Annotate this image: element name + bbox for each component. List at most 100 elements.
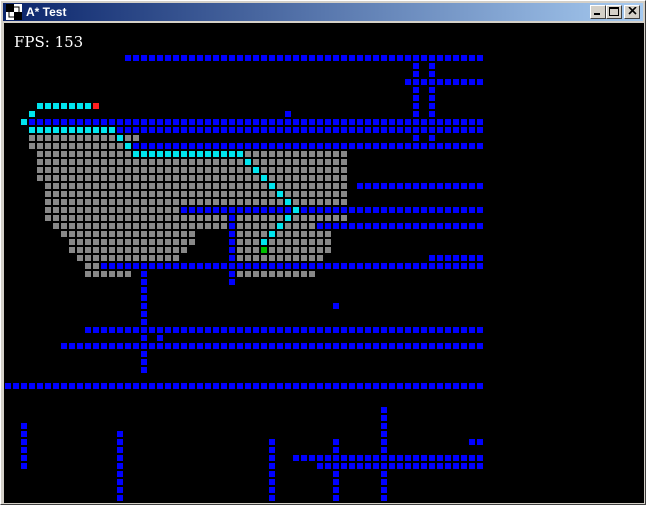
wall-cell <box>229 119 235 125</box>
wall-cell <box>253 55 259 61</box>
wall-cell <box>469 207 475 213</box>
closed-cell <box>85 255 91 261</box>
maximize-button[interactable] <box>606 5 622 19</box>
wall-cell <box>197 127 203 133</box>
closed-cell <box>341 151 347 157</box>
path-cell <box>245 159 251 165</box>
closed-cell <box>37 143 43 149</box>
wall-cell <box>477 463 483 469</box>
wall-cell <box>453 327 459 333</box>
closed-cell <box>253 215 259 221</box>
closed-cell <box>93 191 99 197</box>
wall-cell <box>373 455 379 461</box>
closed-cell <box>269 159 275 165</box>
closed-cell <box>93 215 99 221</box>
closed-cell <box>93 231 99 237</box>
wall-cell <box>245 327 251 333</box>
path-cell <box>141 151 147 157</box>
wall-cell <box>469 255 475 261</box>
wall-cell <box>405 55 411 61</box>
closed-cell <box>205 223 211 229</box>
wall-cell <box>261 119 267 125</box>
closed-cell <box>277 199 283 205</box>
path-cell <box>69 103 75 109</box>
wall-cell <box>117 463 123 469</box>
wall-cell <box>413 135 419 141</box>
wall-cell <box>445 183 451 189</box>
closed-cell <box>125 215 131 221</box>
wall-cell <box>269 463 275 469</box>
closed-cell <box>109 143 115 149</box>
closed-cell <box>341 175 347 181</box>
wall-cell <box>405 207 411 213</box>
wall-cell <box>285 327 291 333</box>
closed-cell <box>237 199 243 205</box>
wall-cell <box>293 55 299 61</box>
closed-cell <box>245 231 251 237</box>
wall-cell <box>213 343 219 349</box>
closed-cell <box>205 167 211 173</box>
wall-cell <box>309 455 315 461</box>
wall-cell <box>333 471 339 477</box>
minimize-button[interactable] <box>590 5 606 19</box>
wall-cell <box>453 127 459 133</box>
closed-cell <box>117 167 123 173</box>
wall-cell <box>349 463 355 469</box>
closed-cell <box>109 247 115 253</box>
wall-cell <box>333 303 339 309</box>
wall-cell <box>341 223 347 229</box>
wall-cell <box>349 263 355 269</box>
wall-cell <box>445 79 451 85</box>
wall-cell <box>253 343 259 349</box>
wall-cell <box>333 127 339 133</box>
wall-cell <box>189 263 195 269</box>
wall-cell <box>229 343 235 349</box>
closed-cell <box>165 231 171 237</box>
wall-cell <box>445 383 451 389</box>
render-canvas[interactable]: FPS: 153 <box>4 23 644 503</box>
wall-cell <box>261 207 267 213</box>
wall-cell <box>181 383 187 389</box>
closed-cell <box>93 255 99 261</box>
closed-cell <box>61 135 67 141</box>
wall-cell <box>237 207 243 213</box>
closed-cell <box>341 159 347 165</box>
closed-cell <box>237 247 243 253</box>
closed-cell <box>45 167 51 173</box>
wall-cell <box>333 207 339 213</box>
closed-cell <box>101 231 107 237</box>
closed-cell <box>245 255 251 261</box>
wall-cell <box>277 119 283 125</box>
wall-cell <box>285 55 291 61</box>
close-button[interactable] <box>624 5 640 19</box>
wall-cell <box>229 127 235 133</box>
wall-cell <box>197 343 203 349</box>
closed-cell <box>125 239 131 245</box>
wall-cell <box>445 343 451 349</box>
wall-cell <box>285 143 291 149</box>
wall-cell <box>269 383 275 389</box>
closed-cell <box>69 223 75 229</box>
closed-cell <box>277 255 283 261</box>
wall-cell <box>373 223 379 229</box>
wall-cell <box>77 119 83 125</box>
closed-cell <box>237 223 243 229</box>
wall-cell <box>365 119 371 125</box>
closed-cell <box>157 239 163 245</box>
closed-cell <box>205 183 211 189</box>
closed-cell <box>301 223 307 229</box>
closed-cell <box>141 191 147 197</box>
wall-cell <box>229 279 235 285</box>
wall-cell <box>397 223 403 229</box>
path-cell <box>293 207 299 213</box>
title-bar[interactable]: A* Test <box>3 3 643 21</box>
wall-cell <box>237 263 243 269</box>
closed-cell <box>245 175 251 181</box>
wall-cell <box>389 343 395 349</box>
wall-cell <box>437 263 443 269</box>
closed-cell <box>221 167 227 173</box>
wall-cell <box>421 183 427 189</box>
pathfinding-grid <box>4 23 644 503</box>
wall-cell <box>269 263 275 269</box>
path-cell <box>53 103 59 109</box>
